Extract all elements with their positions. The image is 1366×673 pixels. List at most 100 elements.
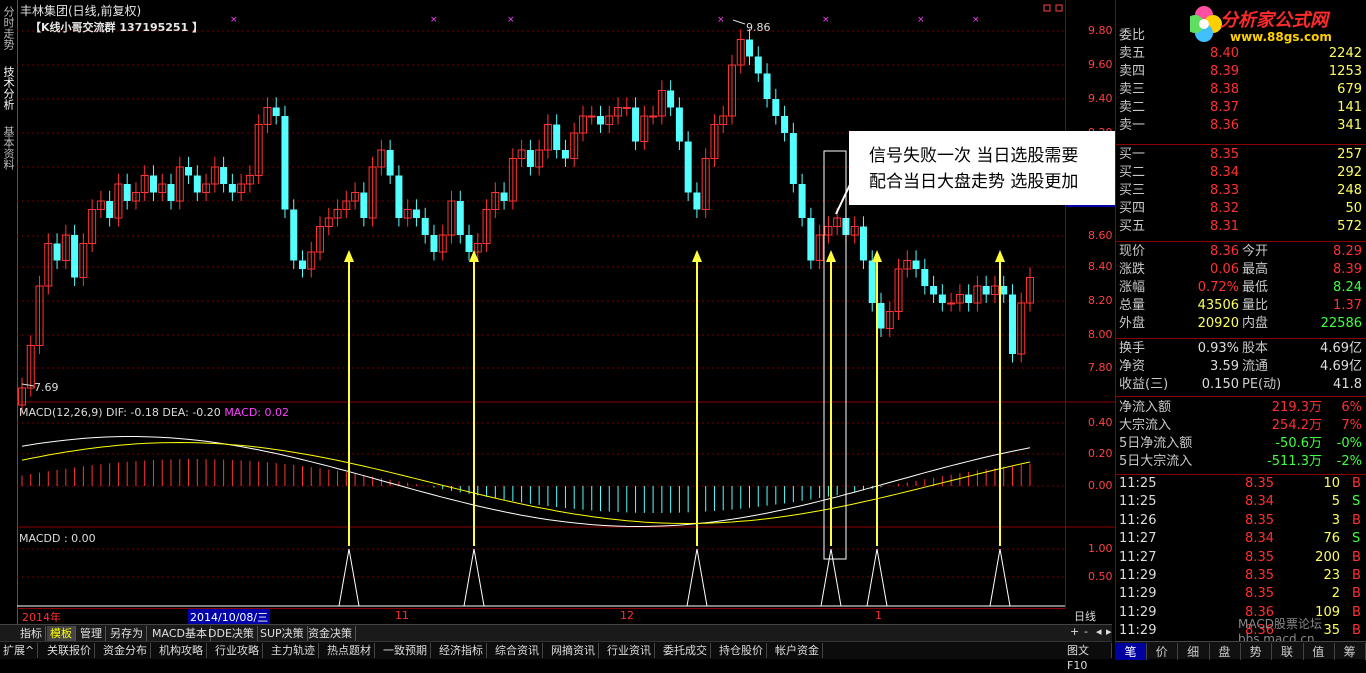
toolbar-item[interactable]: 资金决策 — [305, 626, 356, 641]
status-item[interactable]: 主力轨迹 — [268, 643, 319, 658]
status-item[interactable]: 委托成交 — [660, 643, 711, 658]
field-label: 今开 — [1242, 244, 1269, 259]
field-label: 买三 — [1119, 183, 1146, 198]
field-label: 总量 — [1119, 298, 1146, 313]
candle-body — [526, 150, 534, 167]
panel-tab[interactable]: 细 — [1178, 643, 1210, 660]
stat-row: 外盘 20920 内盘 22586 — [1116, 315, 1366, 333]
trade-row: 11:25 8.34 5 S — [1116, 493, 1366, 511]
trade-direction: B — [1352, 549, 1361, 565]
candle-body — [667, 90, 675, 108]
quote-panel: 委比 卖五 8.40 2242 卖四 8.39 1253 卖三 8.38 679 卖二 8.37 14… — [1115, 0, 1366, 641]
field-label: 内盘 — [1242, 316, 1269, 331]
trade-direction: B — [1352, 512, 1361, 528]
price-tick: 7.80 — [1088, 361, 1113, 374]
toolbar-item[interactable]: DDE决策 — [205, 626, 258, 641]
toolbar-item[interactable]: SUP决策 — [257, 626, 308, 641]
candle-body — [106, 201, 114, 218]
panel-tab[interactable]: 价 — [1146, 643, 1179, 660]
status-item[interactable]: 持仓股价 — [716, 643, 767, 658]
trade-price: 8.35 — [1245, 549, 1274, 565]
scroll-left-icon[interactable]: ◂ — [1096, 625, 1102, 638]
status-item[interactable]: 网摘资讯 — [548, 643, 599, 658]
panel-tab[interactable]: 值 — [1303, 643, 1335, 660]
trade-row: 11:27 8.35 200 B — [1116, 549, 1366, 567]
field-value: 4.69亿 — [1320, 359, 1362, 374]
signal-arrow-head — [995, 250, 1005, 262]
toolbar-item[interactable]: 模板 — [47, 626, 76, 641]
candle-body — [281, 116, 289, 210]
trade-price: 8.35 — [1245, 512, 1274, 528]
stat-row: 涨跌 0.06 最高 8.39 — [1116, 261, 1366, 279]
field-label: 卖三 — [1119, 82, 1146, 97]
field-value: 8.39 — [1333, 262, 1362, 277]
toolbar-item[interactable]: MACD基本 — [149, 626, 211, 641]
flow-row: 5日大宗流入 -511.3万 -2% — [1116, 453, 1366, 471]
toolbar-item[interactable]: 管理 — [77, 626, 106, 641]
scroll-right-icon[interactable]: ▸ — [1106, 625, 1112, 638]
status-item[interactable]: 资金分布 — [100, 643, 151, 658]
candle-body — [947, 302, 956, 305]
zoom-out-icon[interactable]: - — [1084, 625, 1088, 638]
trade-direction: B — [1352, 476, 1361, 491]
signal-marker: × — [507, 15, 515, 25]
status-item[interactable]: 机构攻略 — [156, 643, 207, 658]
panel-tab[interactable]: 势 — [1240, 643, 1273, 660]
field-label: 量比 — [1242, 298, 1269, 313]
trade-qty: 5 — [1331, 494, 1340, 510]
zoom-in-icon[interactable]: + — [1070, 625, 1079, 638]
field-label: 股本 — [1242, 341, 1269, 356]
signal-marker: × — [230, 15, 238, 25]
status-item[interactable]: 综合资讯 — [492, 643, 543, 658]
trade-row: 11:27 8.34 76 S — [1116, 530, 1366, 548]
f10-button[interactable]: 图文F10 — [1064, 643, 1112, 672]
macd-tick: 0.00 — [1088, 479, 1113, 492]
toolbar-item[interactable]: 另存为 — [107, 626, 147, 641]
period-label[interactable]: 日线 — [1074, 608, 1096, 624]
field-value: 6% — [1341, 400, 1362, 415]
field-value: 8.37 — [1210, 100, 1239, 115]
panel-tab[interactable]: 联 — [1272, 643, 1304, 660]
status-item[interactable]: 热点题材 — [324, 643, 375, 658]
candle-body — [912, 260, 920, 269]
panel-tab[interactable]: 笔 — [1115, 643, 1147, 660]
trade-qty: 10 — [1323, 476, 1340, 491]
qq-group-text: 【K线小哥交流群 137195251 】 — [30, 21, 204, 34]
flow-row: 5日净流入额 -50.6万 -0% — [1116, 435, 1366, 453]
candle-body — [632, 107, 640, 142]
candle-body — [781, 116, 789, 133]
status-item[interactable]: 行业资讯 — [604, 643, 655, 658]
toolbar-item[interactable]: 指标 — [17, 626, 46, 641]
date-month-12: 12 — [620, 609, 634, 622]
status-item[interactable]: 一致预期 — [380, 643, 431, 658]
field-value: 8.36 — [1210, 118, 1239, 133]
status-item[interactable]: 扩展^ — [0, 643, 39, 658]
flow-row: 净流入额 219.3万 6% — [1116, 399, 1366, 417]
candle-body — [859, 226, 867, 261]
date-axis: 2014年 2014/10/08/三 11 12 1 — [17, 608, 1065, 625]
panel-tab[interactable]: 盘 — [1209, 643, 1241, 660]
field-value: 50 — [1345, 201, 1362, 216]
status-item[interactable]: 关联报价 — [44, 643, 95, 658]
kline-chart-svg: × × × × × × × — [17, 4, 1115, 607]
field-value: 20920 — [1197, 316, 1239, 331]
field-value: 8.24 — [1333, 280, 1362, 295]
field-value: 1.37 — [1333, 298, 1362, 313]
field-value: 8.32 — [1210, 201, 1239, 216]
status-item[interactable]: 帐户资金 — [772, 643, 823, 658]
status-item[interactable]: 行业攻略 — [212, 643, 263, 658]
status-item[interactable]: 经济指标 — [436, 643, 487, 658]
date-month-11: 11 — [395, 609, 409, 622]
indicator-toolbar: 指标 模板 管理 另存为 MACD基本 DDE决策 SUP决策 资金决策 — [0, 624, 1112, 642]
candle-body — [193, 175, 201, 193]
candle-body — [395, 175, 403, 218]
stat2-row: 净资 3.59 流通 4.69亿 — [1116, 358, 1366, 376]
trade-price: 8.35 — [1245, 586, 1274, 602]
annotation-box: 信号失败一次 当日选股需要 配合当日大盘走势 选股更加 — [849, 131, 1115, 205]
field-label: 换手 — [1119, 341, 1146, 356]
price-tick: 8.00 — [1088, 328, 1113, 341]
candle-body — [877, 303, 885, 329]
field-label: 卖四 — [1119, 64, 1146, 79]
panel-tab[interactable]: 筹 — [1334, 643, 1366, 660]
trade-price: 8.35 — [1245, 476, 1274, 491]
